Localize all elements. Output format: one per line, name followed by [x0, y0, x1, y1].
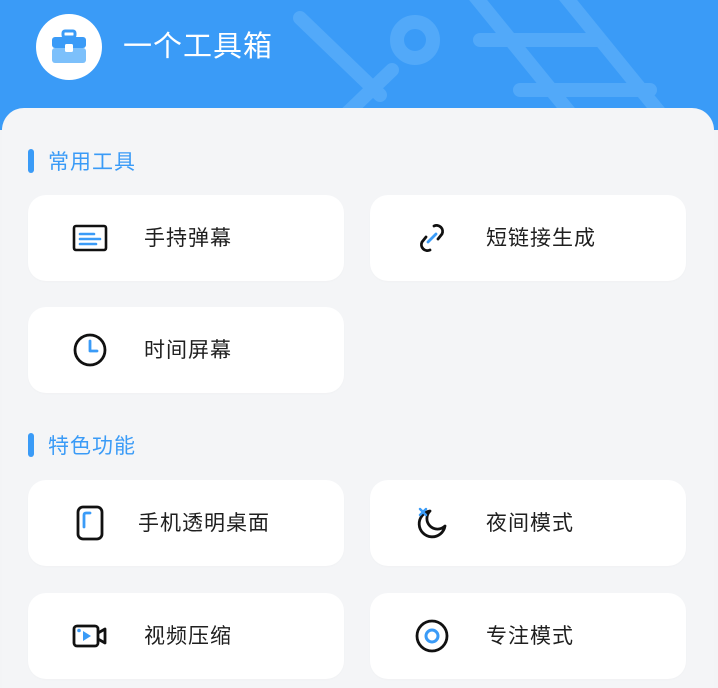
link-icon	[420, 224, 444, 252]
section-title-common-tools: 常用工具	[28, 146, 136, 176]
toolbox-icon	[52, 29, 86, 63]
tool-card-label: 时间屏幕	[144, 338, 232, 362]
tool-card-label: 视频压缩	[144, 624, 232, 648]
tool-card-label: 手持弹幕	[144, 226, 232, 250]
tool-card-video-compress[interactable]: 视频压缩	[28, 593, 344, 679]
tool-card-time-screen[interactable]: 时间屏幕	[28, 307, 344, 393]
app-logo	[36, 14, 102, 80]
danmaku-screen-icon	[72, 224, 108, 252]
section-label: 常用工具	[48, 150, 136, 174]
tool-card-short-link[interactable]: 短链接生成	[370, 195, 686, 281]
app-title: 一个工具箱	[123, 29, 274, 63]
tool-card-label: 专注模式	[486, 624, 574, 648]
clock-icon	[73, 333, 107, 367]
tool-card-focus-mode[interactable]: 专注模式	[370, 593, 686, 679]
tool-card-label: 短链接生成	[486, 226, 596, 250]
section-label: 特色功能	[48, 434, 136, 458]
tool-card-label: 手机透明桌面	[138, 511, 270, 535]
app-root: 一个工具箱 常用工具 手持弹幕 短链接生成 时间屏幕 特色功能 手机透明桌面 夜…	[0, 0, 718, 688]
section-accent-bar	[28, 433, 34, 457]
tool-card-transparent-desktop[interactable]: 手机透明桌面	[28, 480, 344, 566]
video-camera-icon	[72, 624, 107, 648]
section-accent-bar	[28, 149, 34, 173]
main-content: 常用工具 手持弹幕 短链接生成 时间屏幕 特色功能 手机透明桌面 夜间模式 视频…	[2, 108, 714, 688]
target-icon	[415, 619, 449, 653]
section-title-features: 特色功能	[28, 430, 136, 460]
tool-card-label: 夜间模式	[486, 511, 574, 535]
tool-card-handheld-danmaku[interactable]: 手持弹幕	[28, 195, 344, 281]
tool-card-night-mode[interactable]: 夜间模式	[370, 480, 686, 566]
moon-icon	[417, 507, 447, 539]
phone-icon	[76, 505, 104, 541]
